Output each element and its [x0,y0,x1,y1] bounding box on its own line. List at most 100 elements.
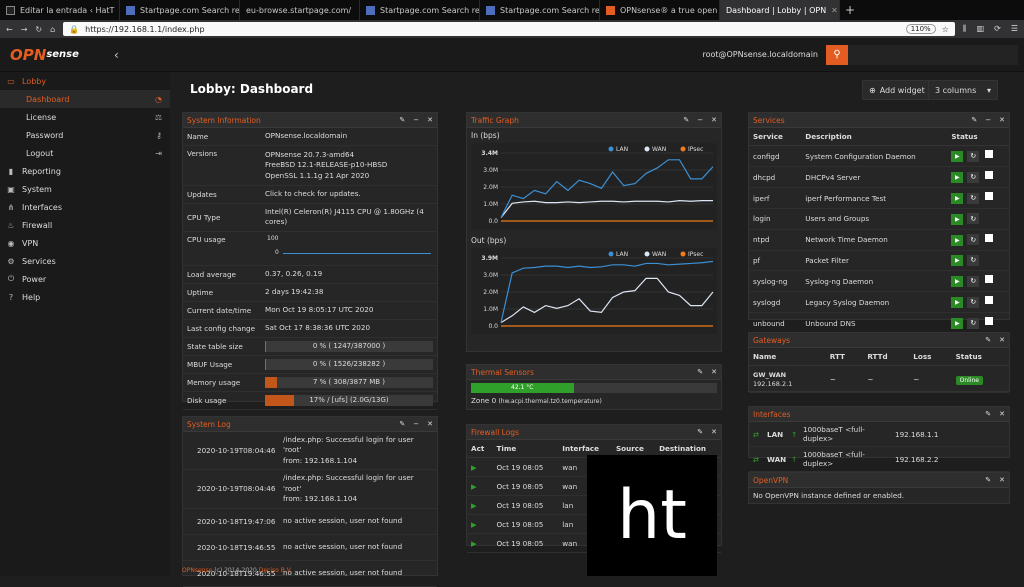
minimize-icon[interactable]: − [985,116,991,124]
edit-icon[interactable]: ✎ [399,116,405,124]
running-icon: ▶ [951,255,964,266]
sidebar-item-firewall[interactable]: ♨ Firewall [0,216,170,234]
browser-tab[interactable]: Startpage.com Search re [480,0,600,20]
restart-icon[interactable]: ↻ [967,254,980,266]
sidebar-item-lobby[interactable]: ▭ Lobby [0,72,170,90]
restart-icon[interactable]: ↻ [967,213,980,224]
edit-icon[interactable]: ✎ [697,368,703,376]
close-icon[interactable]: ✕ [999,476,1005,484]
sidebar-item-license[interactable]: License ⚖ [0,108,170,126]
favicon-icon [606,5,615,15]
stop-icon[interactable] [985,275,994,283]
forward-icon[interactable]: → [21,25,28,34]
close-icon[interactable]: ✕ [999,116,1005,124]
new-tab-icon[interactable]: + [840,0,860,20]
close-tab-icon[interactable]: ✕ [831,6,838,15]
edit-icon[interactable]: ✎ [697,428,703,436]
add-widget-button[interactable]: ⊕ Add widget [862,80,932,100]
legend-label[interactable]: IPsec [688,146,703,153]
sidebar-item-interfaces[interactable]: ⋔ Interfaces [0,198,170,216]
edit-icon[interactable]: ✎ [985,410,991,418]
edit-icon[interactable]: ✎ [399,420,405,428]
minimize-icon[interactable]: − [697,116,703,124]
browser-tab[interactable]: Startpage.com Search re [120,0,240,20]
close-icon[interactable]: ✕ [711,116,717,124]
minimize-icon[interactable]: − [413,116,419,124]
opnsense-logo[interactable]: OPN sense [0,38,100,72]
sidebar-item-system[interactable]: ▣ System [0,180,170,198]
tab-label: eu-browse.startpage.com/ [246,5,352,15]
restart-icon[interactable]: ↻ [967,296,980,308]
restart-icon[interactable]: ↻ [967,275,980,287]
chart-icon: ▮ [8,166,14,176]
traffic-in-chart: 3.4M 3.0M 2.0M 1.0M 0.0 LAN WAN IPsec [471,143,717,229]
stop-icon[interactable] [985,296,994,304]
sync-icon[interactable]: ⟳ [994,24,1001,34]
legend-label[interactable]: WAN [652,146,666,153]
browser-tab[interactable]: OPNsense® a true open [600,0,720,20]
syslog-list: 2020-10-19T08:04:46/index.php: Successfu… [183,432,437,587]
stop-icon[interactable] [985,317,994,325]
bookmark-star-icon[interactable]: ☆ [942,25,949,34]
restart-icon[interactable]: ↻ [967,192,980,204]
restart-icon[interactable]: ↻ [967,234,980,245]
zoom-badge[interactable]: 110% [905,24,936,34]
info-row: CPU usage 100 0 [183,232,437,266]
restart-icon[interactable]: ↻ [967,150,980,162]
widget-header: Services ✎ − ✕ [749,113,1009,128]
sidebar-item-reporting[interactable]: ▮ Reporting [0,162,170,180]
browser-tab[interactable]: Startpage.com Search re [360,0,480,20]
sidebar-item-dashboard[interactable]: Dashboard ◔ [0,90,170,108]
widget-title: Thermal Sensors [471,367,534,377]
columns-select[interactable]: 3 columns ▾ [928,80,998,100]
close-icon[interactable]: ✕ [999,336,1005,344]
library-icon[interactable]: ⫼ [963,24,967,34]
browser-tab[interactable]: eu-browse.startpage.com/ [240,0,360,20]
reload-icon[interactable]: ↻ [35,25,42,34]
stop-icon[interactable] [985,192,994,200]
close-icon[interactable]: ✕ [711,368,717,376]
restart-icon[interactable]: ↻ [967,171,980,183]
legend-swatch [680,251,686,257]
stop-icon[interactable] [985,150,994,158]
legend-label[interactable]: LAN [616,251,628,258]
stop-icon[interactable] [985,171,994,179]
sidebar-item-vpn[interactable]: ◉ VPN [0,234,170,252]
browser-tab[interactable]: Editar la entrada ‹ HatT [0,0,120,20]
favicon-icon [366,5,375,15]
sidebar-item-power[interactable]: ⏻ Power [0,270,170,288]
info-row: Uptime 2 days 19:42:38 [183,284,437,302]
sidebar-item-services[interactable]: ⚙ Services [0,252,170,270]
edit-icon[interactable]: ✎ [971,116,977,124]
close-icon[interactable]: ✕ [999,410,1005,418]
search-input[interactable] [848,44,1018,65]
edit-icon[interactable]: ✎ [683,116,689,124]
url-bar[interactable]: 🔒 https://192.168.1.1/index.php 110% ☆ [63,22,955,36]
state-table-bar: 0 % ( 1247/387000 ) [265,340,433,352]
check-updates-link[interactable]: Click to check for updates. [265,189,433,199]
minimize-icon[interactable]: − [413,420,419,428]
menu-icon[interactable]: ☰ [1011,24,1018,34]
legend-label[interactable]: IPsec [688,251,703,258]
user-label[interactable]: root@OPNsense.localdomain [702,50,818,59]
back-icon[interactable]: ← [6,25,13,34]
restart-icon[interactable]: ↻ [967,317,980,329]
search-icon: ⚲ [833,49,841,60]
browser-tab-active[interactable]: Dashboard | Lobby | OPN ✕ [720,0,840,20]
legend-label[interactable]: WAN [652,251,666,258]
collapse-sidebar-icon[interactable]: ‹ [114,48,119,62]
edit-icon[interactable]: ✎ [985,476,991,484]
legend-label[interactable]: LAN [616,146,628,153]
sidebar-item-logout[interactable]: Logout ⇥ [0,144,170,162]
close-icon[interactable]: ✕ [427,116,433,124]
edit-icon[interactable]: ✎ [985,336,991,344]
info-row: MBUF Usage 0 % ( 1526/238282 ) [183,356,437,374]
sidebar-icon[interactable]: ▥ [977,24,985,34]
search-button[interactable]: ⚲ [826,44,848,65]
sidebar-item-password[interactable]: Password ⚷ [0,126,170,144]
home-icon[interactable]: ⌂ [50,25,55,34]
sidebar-item-help[interactable]: ? Help [0,288,170,306]
close-icon[interactable]: ✕ [427,420,433,428]
stop-icon[interactable] [985,233,994,242]
close-icon[interactable]: ✕ [711,428,717,436]
